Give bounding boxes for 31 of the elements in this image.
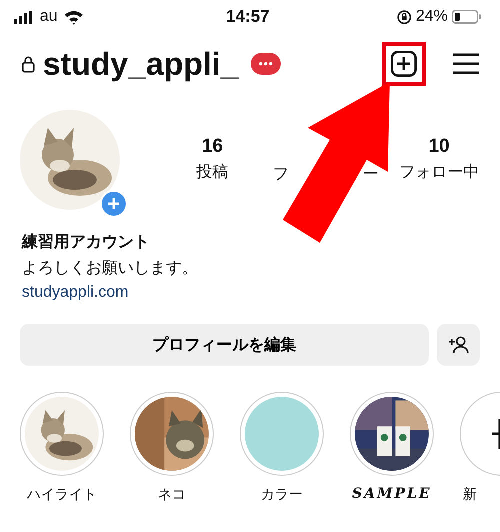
stat-label[interactable]: 投稿 [196, 162, 229, 182]
display-name: 練習用アカウント [22, 232, 151, 253]
highlight-label: カラー [261, 486, 303, 504]
new-post-button[interactable] [382, 42, 426, 86]
signal-icon [14, 10, 34, 24]
highlight-label: SAMPLE [352, 486, 432, 502]
wifi-icon [64, 10, 84, 24]
battery-percent: 24% [416, 8, 448, 26]
stat-label[interactable]: フォロー中 [399, 162, 480, 182]
highlight-label: ハイライト [27, 486, 97, 504]
add-person-icon [448, 336, 470, 354]
stat-count: 10 [428, 136, 450, 158]
carrier-name: au [40, 8, 58, 26]
menu-icon[interactable] [452, 53, 480, 75]
highlight-label: 新 [462, 486, 477, 504]
edit-profile-button[interactable]: プロフィールを編集 [20, 324, 429, 366]
lock-icon [22, 56, 35, 72]
bio-text: よろしくお願いします。 [22, 259, 199, 279]
add-person-button[interactable] [437, 324, 480, 366]
rotation-lock-icon [396, 10, 412, 24]
stat-label-fragment: ー [362, 164, 379, 184]
stat-label-fragment: フ [272, 164, 289, 184]
highlight-label: ネコ [158, 486, 186, 504]
website-link[interactable]: studyappli.com [22, 284, 129, 302]
battery-icon [452, 10, 482, 24]
clock-time: 14:57 [225, 7, 271, 27]
more-badge-icon[interactable] [250, 53, 281, 75]
add-story-icon[interactable] [100, 190, 128, 218]
stat-count: 16 [202, 136, 224, 158]
plus-square-icon [391, 51, 417, 77]
username[interactable]: study_appli_ [43, 46, 239, 82]
